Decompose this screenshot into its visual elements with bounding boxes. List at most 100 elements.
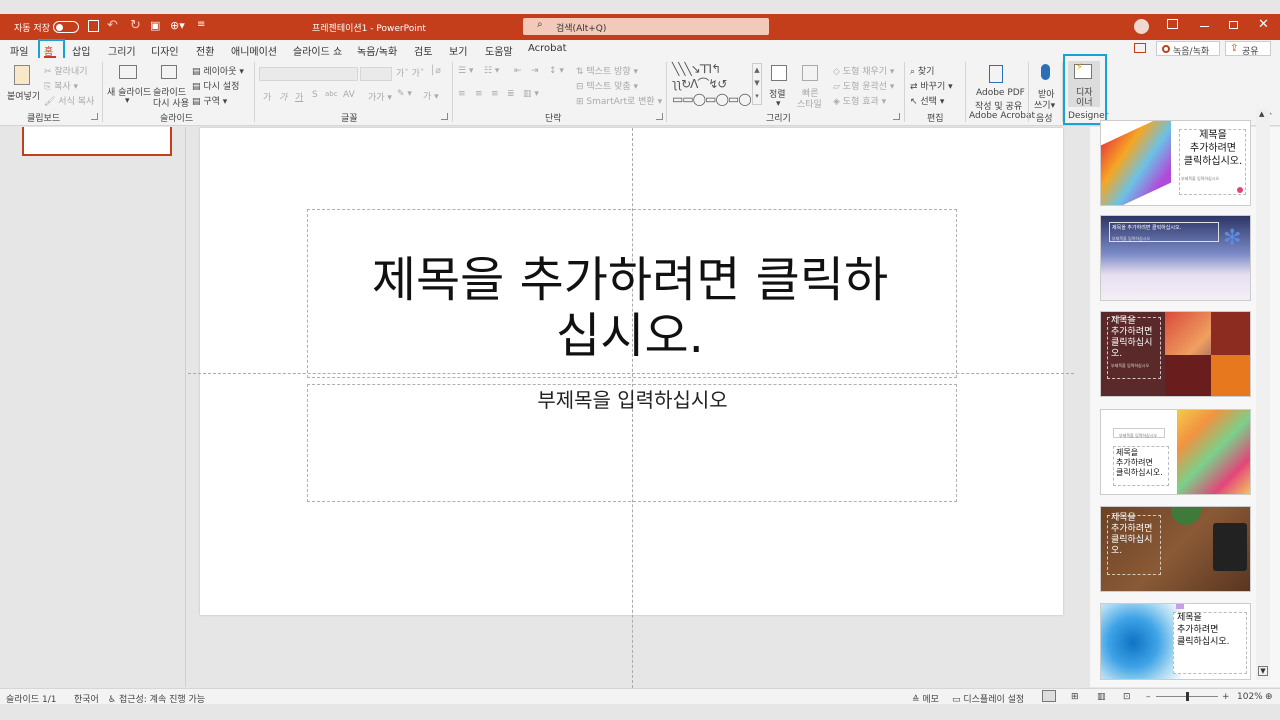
record-button[interactable]: 녹음/녹화 <box>1156 41 1220 57</box>
align-left-icon[interactable]: ≡ <box>458 89 466 99</box>
ribbon-display-icon[interactable] <box>1167 19 1178 29</box>
line-spacing-icon[interactable]: ↕ ▾ <box>549 66 564 76</box>
slide-subtitle[interactable]: 부제목을 입력하십시오 <box>310 384 955 413</box>
paste-button[interactable]: 붙여넣기 <box>4 63 40 107</box>
tab-record[interactable]: 녹음/녹화 <box>357 43 397 58</box>
select-button[interactable]: ↖ 선택 ▾ <box>910 94 944 107</box>
replace-button[interactable]: ⇄ 바꾸기 ▾ <box>910 79 953 92</box>
copy-button[interactable]: ⎘ 복사 ▾ <box>44 79 78 92</box>
undo-icon[interactable]: ↶ <box>107 18 118 33</box>
increase-indent-icon[interactable]: ⇥ <box>531 66 539 76</box>
scroll-down-icon[interactable]: ▼ <box>1258 666 1268 676</box>
reset-button[interactable]: ▤ 다시 설정 <box>192 79 239 92</box>
tab-slideshow[interactable]: 슬라이드 쇼 <box>293 43 342 58</box>
arrange-button[interactable]: 정렬 ▾ <box>767 63 793 109</box>
font-name-dropdown[interactable] <box>259 67 358 81</box>
scroll-up-icon[interactable]: ▲ <box>1259 110 1264 118</box>
font-launcher-icon[interactable] <box>441 113 448 120</box>
zoom-in-icon[interactable]: + <box>1222 692 1230 702</box>
redo-icon[interactable]: ↻ <box>130 18 141 33</box>
normal-view-icon[interactable] <box>1042 690 1056 702</box>
paragraph-launcher-icon[interactable] <box>656 113 663 120</box>
tab-review[interactable]: 검토 <box>414 43 432 58</box>
shape-fill-button[interactable]: ◇ 도형 채우기 ▾ <box>833 64 894 77</box>
tab-animations[interactable]: 애니메이션 <box>231 43 277 58</box>
tab-view[interactable]: 보기 <box>449 43 467 58</box>
clipboard-launcher-icon[interactable] <box>91 113 98 120</box>
align-center-icon[interactable]: ≡ <box>475 89 483 99</box>
comments-icon[interactable] <box>1134 43 1146 53</box>
save-icon[interactable] <box>88 20 99 32</box>
tab-transitions[interactable]: 전환 <box>196 43 214 58</box>
slide-thumbnail-1[interactable] <box>22 127 172 156</box>
font-color-icon[interactable]: 가 ▾ <box>423 89 439 102</box>
drawing-launcher-icon[interactable] <box>893 113 900 120</box>
character-spacing-button[interactable]: AV <box>343 90 355 100</box>
bullets-icon[interactable]: ☰ ▾ <box>458 66 473 76</box>
underline-button[interactable]: 가 <box>295 90 303 103</box>
shapes-gallery-scroll[interactable]: ▲ ▼ ▾ <box>752 63 762 105</box>
format-painter-button[interactable]: 🖌 서식 복사 <box>44 94 94 107</box>
more-commands-icon[interactable]: ≡ <box>197 19 205 30</box>
zoom-slider-thumb[interactable] <box>1186 692 1189 701</box>
language[interactable]: 한국어 <box>74 692 99 705</box>
design-idea-5[interactable]: 제목을 추가하려면 클릭하십시 오. <box>1100 506 1251 592</box>
restore-icon[interactable] <box>1229 21 1238 29</box>
shadow-button[interactable]: S <box>312 90 318 100</box>
layout-button[interactable]: ▤ 레이아웃 ▾ <box>192 64 244 77</box>
zoom-slider[interactable] <box>1156 692 1218 701</box>
minimize-icon[interactable] <box>1200 26 1209 27</box>
start-from-beginning-icon[interactable]: ▣ <box>150 19 160 32</box>
design-idea-4[interactable]: 부제목을 입력하십시오 제목을 추가하려면 클릭하십시오. <box>1100 409 1251 495</box>
slide-sorter-icon[interactable]: ⊞ <box>1071 692 1079 702</box>
zoom-out-icon[interactable]: – <box>1146 692 1151 702</box>
quick-styles-button[interactable]: 빠른 스타일 <box>797 63 825 110</box>
design-idea-6[interactable]: 제목을 추가하려면 클릭하십시오. <box>1100 603 1251 680</box>
smartart-button[interactable]: ⊞ SmartArt로 변환 ▾ <box>576 94 662 107</box>
customize-qat-icon[interactable]: ⊕▾ <box>170 19 185 32</box>
shape-effects-button[interactable]: ◈ 도형 효과 ▾ <box>833 94 886 107</box>
clear-formatting-icon[interactable]: │⌀ <box>430 66 441 76</box>
align-right-icon[interactable]: ≡ <box>491 89 499 99</box>
font-grow-shrink-icon[interactable]: 가ˆ 가ˇ <box>396 66 424 79</box>
tab-help[interactable]: 도움말 <box>485 43 513 58</box>
strikethrough-button[interactable]: abc <box>325 90 338 98</box>
numbering-icon[interactable]: ☷ ▾ <box>484 66 499 76</box>
text-direction-button[interactable]: ⇅ 텍스트 방향 ▾ <box>576 64 638 77</box>
bold-button[interactable]: 가 <box>263 90 271 103</box>
slideshow-icon[interactable]: ⊡ <box>1123 692 1131 702</box>
section-button[interactable]: ▤ 구역 ▾ <box>192 94 227 107</box>
slide-title[interactable]: 제목을 추가하려면 클릭하 십시오. <box>310 252 950 364</box>
notes-button[interactable]: ≙ 메모 <box>912 692 939 705</box>
reuse-slides-button[interactable]: 슬라이드 다시 사용 <box>152 63 189 109</box>
tab-draw[interactable]: 그리기 <box>108 43 136 58</box>
search-box[interactable]: ⌕ 검색(Alt+Q) <box>523 18 769 35</box>
tab-design[interactable]: 디자인 <box>151 43 179 58</box>
designer-scrollbar[interactable]: ▲ ▼ <box>1256 108 1270 680</box>
avatar[interactable] <box>1134 19 1149 34</box>
align-text-button[interactable]: ⊟ 텍스트 맞춤 ▾ <box>576 79 638 92</box>
italic-button[interactable]: 가 <box>279 90 287 103</box>
design-idea-1[interactable]: 제목을 추가하려면 클릭하십시오. 부제목을 입력하십시오 <box>1100 120 1251 206</box>
design-idea-3[interactable]: 제목을 추가하려면 클릭하십시 오. 부제목을 입력하십시오 <box>1100 311 1251 397</box>
tab-insert[interactable]: 삽입 <box>72 43 90 58</box>
accessibility-status[interactable]: ♿ 접근성: 계속 진행 가능 <box>108 692 205 705</box>
display-settings-button[interactable]: ▭ 디스플레이 설정 <box>952 692 1024 705</box>
tab-file[interactable]: 파일 <box>10 43 28 58</box>
create-pdf-button[interactable]: Adobe PDF 작성 및 공유 <box>970 63 1025 112</box>
shape-outline-button[interactable]: ▱ 도형 윤곽선 ▾ <box>833 79 894 92</box>
justify-icon[interactable]: ≣ <box>507 89 515 99</box>
shapes-gallery[interactable]: ╲╲╲↘⅂⅂↰ ʅʅ↻ⴷ⌒↯↺ ▭▭◯▭◯▭◯ <box>672 62 764 106</box>
decrease-indent-icon[interactable]: ⇤ <box>514 66 522 76</box>
zoom-level[interactable]: 102% <box>1237 692 1263 702</box>
columns-icon[interactable]: ▥ ▾ <box>523 89 539 99</box>
autosave-toggle[interactable] <box>53 21 79 33</box>
close-icon[interactable]: ✕ <box>1258 17 1269 32</box>
dictate-button[interactable]: 받아 쓰기▾ <box>1032 63 1060 111</box>
fit-to-window-icon[interactable]: ⊕ <box>1265 692 1273 702</box>
font-size-dropdown[interactable] <box>360 67 392 81</box>
new-slide-button[interactable]: 새 슬라이드 ▾ <box>106 63 151 107</box>
change-case-icon[interactable]: 가가 ▾ <box>368 90 392 103</box>
highlight-color-icon[interactable]: ✎ ▾ <box>397 89 412 99</box>
share-button[interactable]: ⇪ 공유 <box>1225 41 1271 57</box>
